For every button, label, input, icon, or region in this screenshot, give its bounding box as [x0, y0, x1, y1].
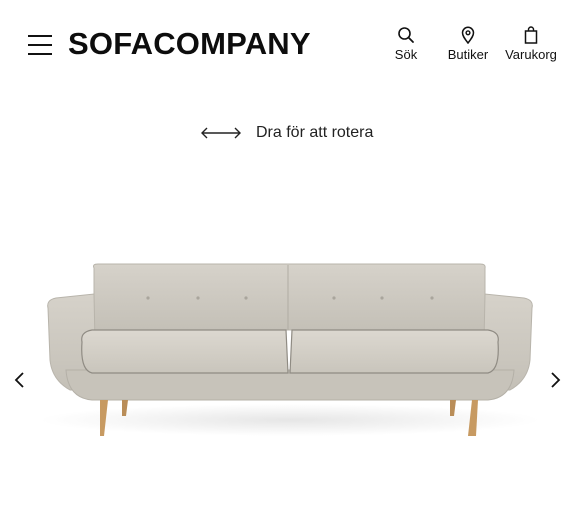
double-arrow-icon: [201, 127, 241, 139]
search-icon: [398, 27, 414, 43]
nav-search-button[interactable]: Sök: [392, 26, 420, 62]
sofa-image[interactable]: [30, 230, 550, 480]
prev-view-button[interactable]: [10, 370, 30, 390]
rotate-hint: Dra för att rotera: [200, 122, 373, 144]
nav-search-label: Sök: [394, 47, 418, 62]
next-view-button[interactable]: [545, 370, 565, 390]
product-3d-viewer[interactable]: [0, 200, 575, 490]
map-pin-icon: [461, 26, 475, 44]
site-logo[interactable]: SOFACOMPANY: [68, 26, 311, 62]
rotate-hint-text: Dra för att rotera: [256, 124, 374, 141]
menu-line: [28, 53, 52, 55]
shopping-bag-icon: [524, 26, 538, 44]
nav-stores-label: Butiker: [447, 47, 489, 62]
menu-line: [28, 35, 52, 37]
nav-cart-label: Varukorg: [505, 47, 557, 62]
hamburger-menu-button[interactable]: [28, 33, 52, 57]
site-header: SOFACOMPANY Sök Butiker Varukorg: [0, 0, 575, 90]
menu-line: [28, 44, 52, 46]
chevron-left-icon: [14, 372, 24, 388]
nav-cart-button[interactable]: Varukorg: [500, 26, 562, 62]
nav-stores-button[interactable]: Butiker: [444, 26, 492, 62]
chevron-right-icon: [551, 372, 561, 388]
